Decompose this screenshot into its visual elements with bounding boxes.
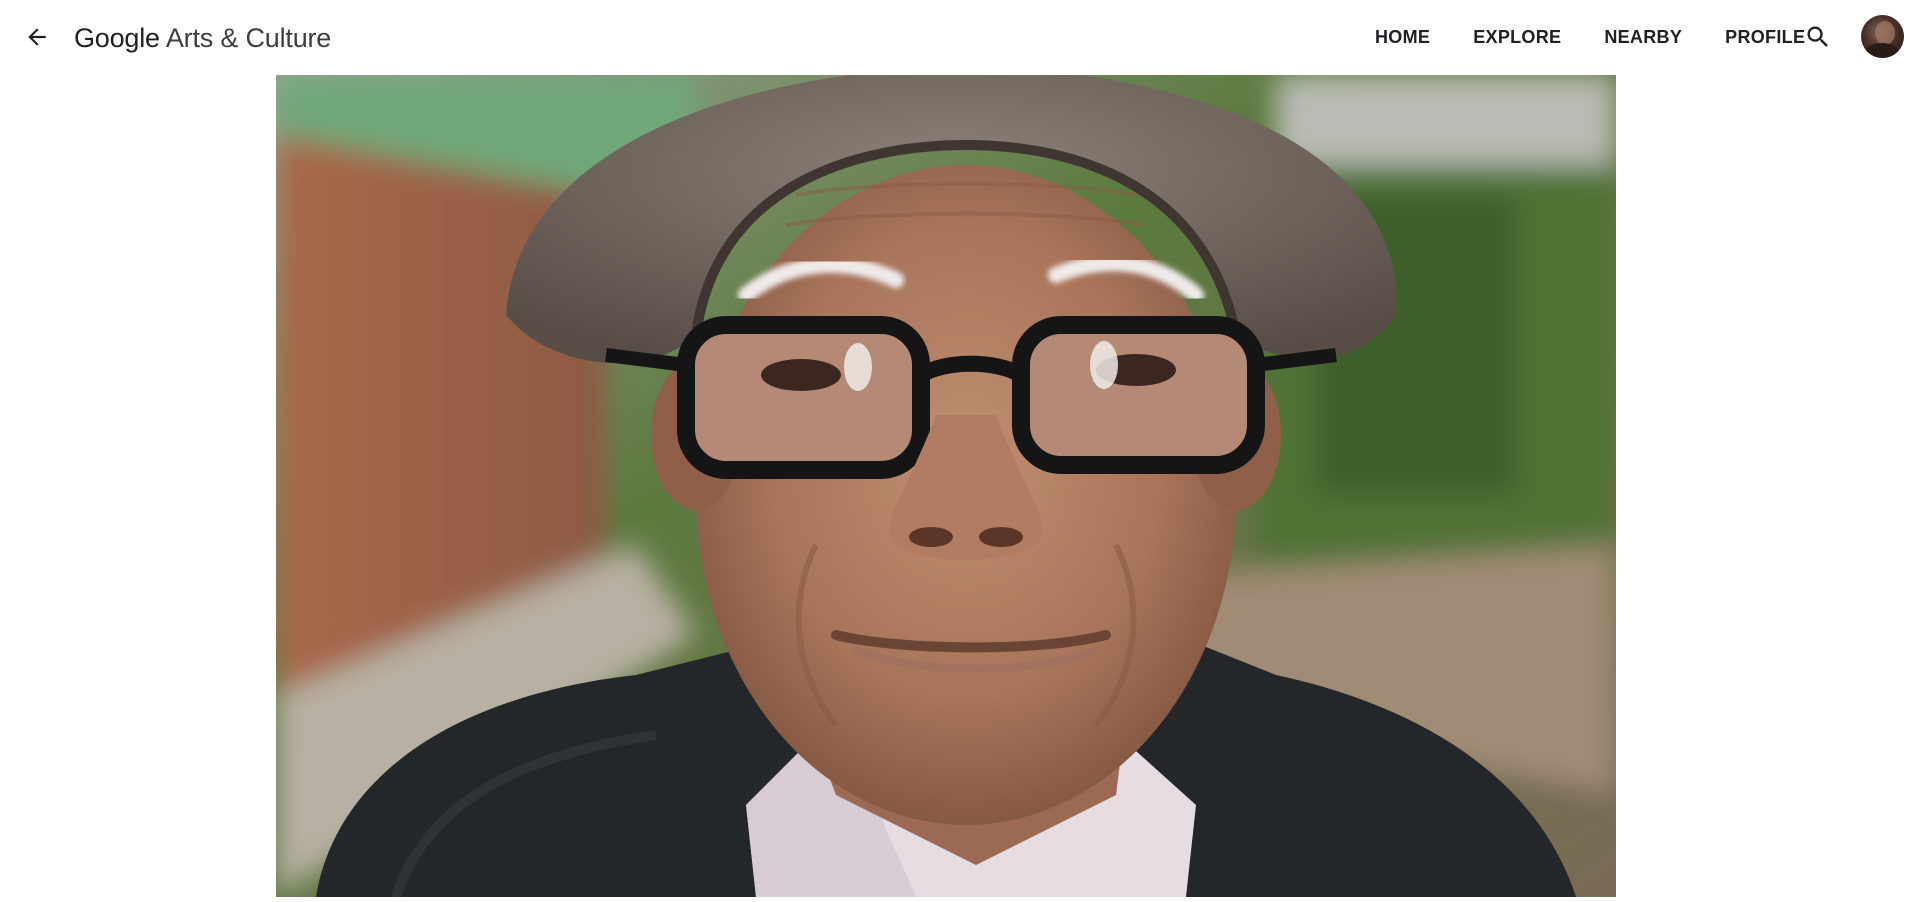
top-app-bar: Google Arts & Culture HOME EXPLORE NEARB…	[0, 0, 1920, 75]
avatar-image	[1864, 21, 1900, 58]
arrow-back-icon	[28, 28, 46, 46]
search-icon	[1807, 26, 1828, 47]
portrait-photo	[276, 75, 1616, 897]
nav-home[interactable]: HOME	[1375, 25, 1430, 49]
main-nav: HOME EXPLORE NEARBY PROFILE	[1375, 25, 1805, 49]
user-avatar[interactable]	[1861, 15, 1904, 58]
nav-explore[interactable]: EXPLORE	[1473, 25, 1561, 49]
nav-profile[interactable]: PROFILE	[1725, 25, 1805, 49]
logo-arts-culture-text: Arts & Culture	[165, 22, 332, 53]
back-button[interactable]	[22, 22, 52, 52]
site-logo[interactable]: Google Arts & Culture	[74, 20, 331, 56]
search-button[interactable]	[1803, 22, 1833, 52]
nav-nearby[interactable]: NEARBY	[1604, 25, 1682, 49]
artwork-image[interactable]	[276, 75, 1616, 897]
logo-google-text: Google	[74, 22, 160, 53]
